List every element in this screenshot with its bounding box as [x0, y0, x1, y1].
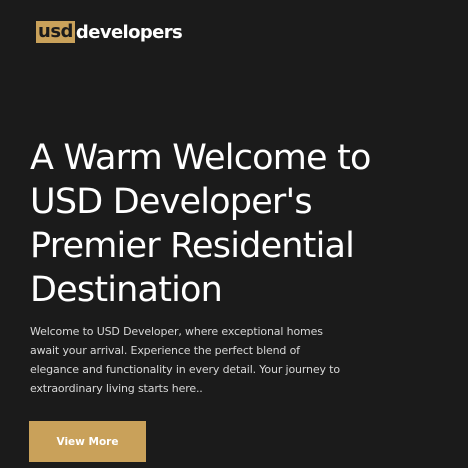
- hero-title-line: Destination: [30, 270, 223, 310]
- view-more-button[interactable]: View More: [29, 421, 146, 462]
- logo-mark: usd: [36, 21, 75, 43]
- hero-title-line: A Warm Welcome to: [30, 138, 371, 178]
- hero-description-line: await your arrival. Experience the perfe…: [30, 344, 300, 357]
- hero-description: Welcome to USD Developer, where exceptio…: [30, 322, 360, 398]
- hero-title-line: USD Developer's: [30, 182, 313, 222]
- hero-description-line: elegance and functionality in every deta…: [30, 363, 340, 376]
- hero-title-line: Premier Residential: [30, 226, 355, 266]
- brand-logo[interactable]: usd developers: [36, 19, 183, 45]
- logo-text: developers: [75, 21, 183, 43]
- hero-description-line: extraordinary living starts here..: [30, 382, 203, 395]
- hero-description-line: Welcome to USD Developer, where exceptio…: [30, 325, 323, 338]
- hero-title: A Warm Welcome to USD Developer's Premie…: [30, 136, 468, 312]
